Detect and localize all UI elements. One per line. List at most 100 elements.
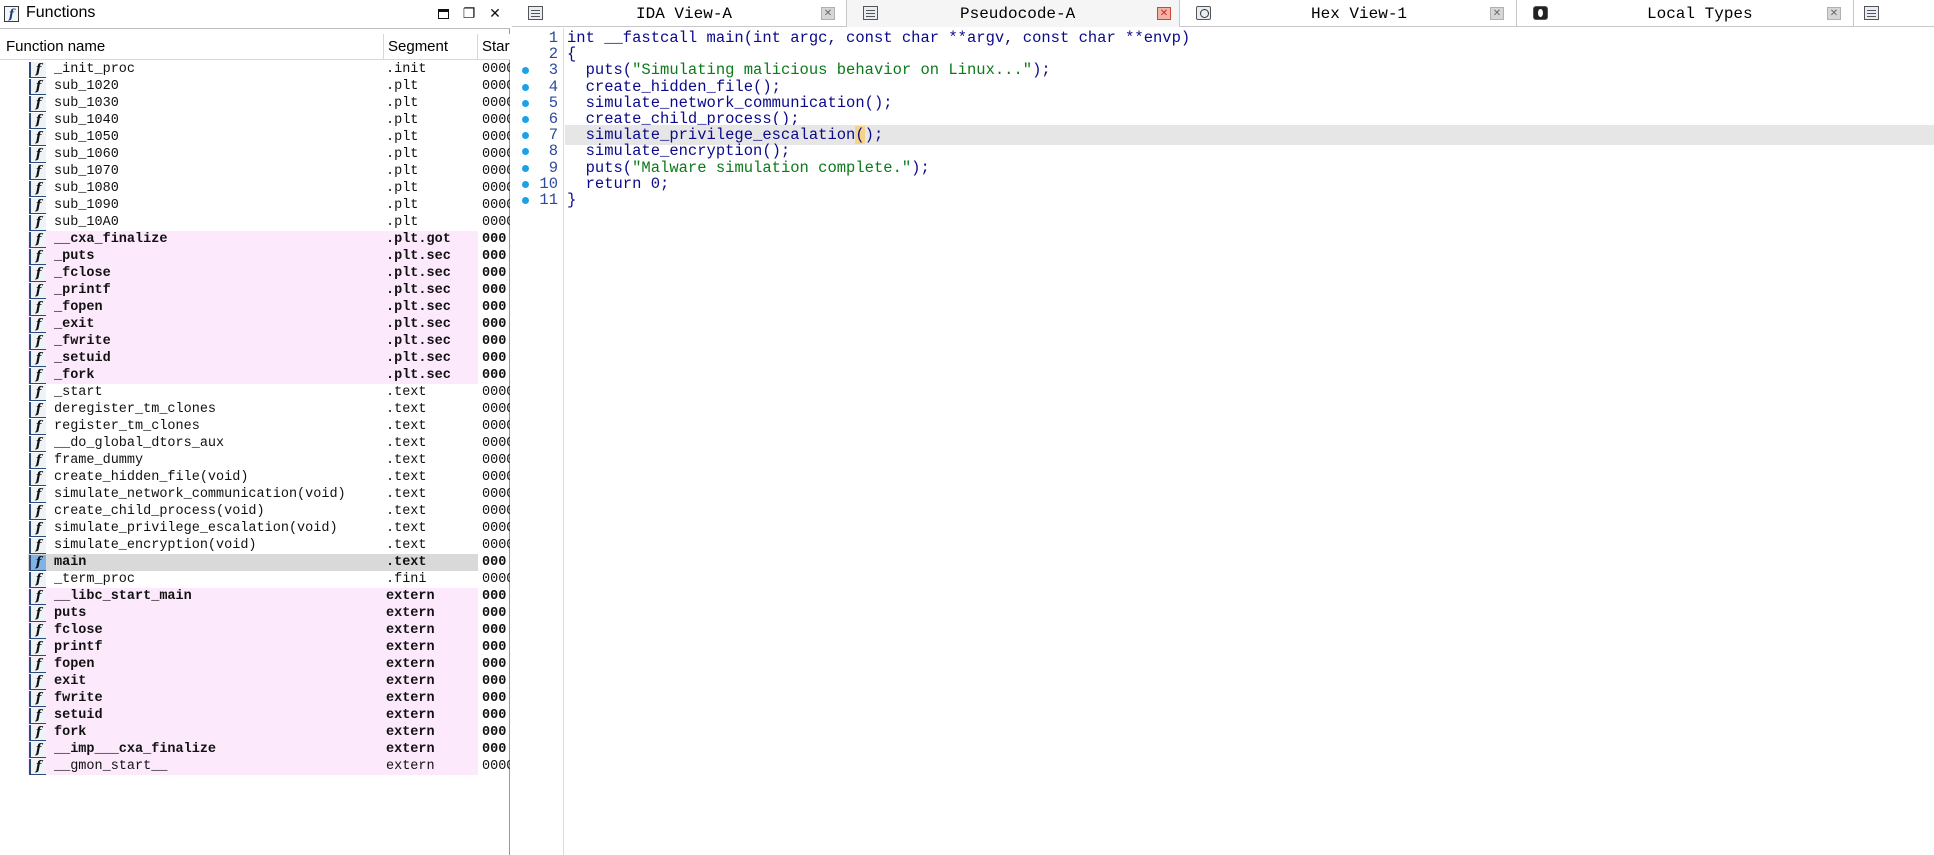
function-start: 0000 — [482, 130, 510, 145]
column-segment[interactable]: Segment — [384, 34, 478, 60]
function-row[interactable]: f _init_proc .init 0000 — [0, 61, 510, 78]
function-start: 000 — [482, 606, 507, 621]
function-row[interactable]: f deregister_tm_clones .text 0000 — [0, 401, 510, 418]
function-row[interactable]: f fclose extern 000 — [0, 622, 510, 639]
function-segment: .plt — [386, 130, 419, 145]
breakpoint-dot-icon[interactable] — [522, 132, 529, 140]
function-row[interactable]: f __cxa_finalize .plt.got 000 — [0, 231, 510, 248]
function-icon: f — [29, 674, 46, 690]
function-row[interactable]: f _fclose .plt.sec 000 — [0, 265, 510, 282]
breakpoint-dot-icon[interactable] — [522, 197, 529, 204]
close-icon[interactable]: ✕ — [1157, 7, 1171, 20]
function-name: _fwrite — [54, 334, 111, 349]
function-row[interactable]: f sub_1020 .plt 0000 — [0, 78, 510, 95]
function-row[interactable]: f simulate_encryption(void) .text 0000 — [0, 537, 510, 554]
function-name: fclose — [54, 623, 103, 638]
maximize-icon[interactable] — [434, 5, 452, 23]
function-row[interactable]: f sub_10A0 .plt 0000 — [0, 214, 510, 231]
function-row[interactable]: f _printf .plt.sec 000 — [0, 282, 510, 299]
function-row[interactable]: f register_tm_clones .text 0000 — [0, 418, 510, 435]
function-row[interactable]: f fopen extern 000 — [0, 656, 510, 673]
breakpoint-dot-icon[interactable] — [522, 99, 529, 107]
line-number: 11 — [539, 191, 558, 209]
close-icon[interactable]: ✕ — [1827, 7, 1841, 20]
breakpoint-dot-icon[interactable] — [522, 116, 529, 123]
code-line[interactable]: 11} — [512, 190, 1934, 210]
function-icon: f — [29, 215, 46, 231]
close-icon[interactable]: ✕ — [1490, 7, 1504, 20]
function-icon: f — [29, 521, 46, 537]
function-row[interactable]: f _fopen .plt.sec 000 — [0, 299, 510, 316]
function-row[interactable]: f main .text 000 — [0, 554, 510, 571]
function-name: _init_proc — [54, 62, 136, 77]
functions-list[interactable]: f_init_proc.init0000fsub_1020.plt0000fsu… — [0, 61, 510, 781]
function-icon: f — [29, 198, 46, 214]
function-start: 000 — [482, 657, 507, 672]
function-start: 000 — [482, 708, 507, 723]
tab-ida-view-a[interactable]: IDA View-A ✕ — [512, 0, 847, 27]
tab-local-types[interactable]: Local Types ✕ — [1517, 0, 1854, 27]
function-row[interactable]: f puts extern 000 — [0, 605, 510, 622]
function-row[interactable]: f create_child_process(void) .text 0000 — [0, 503, 510, 520]
function-start: 0000 — [482, 113, 510, 128]
function-icon: f — [29, 691, 46, 707]
function-row[interactable]: f __libc_start_main extern 000 — [0, 588, 510, 605]
function-name: sub_1080 — [54, 181, 119, 196]
function-row[interactable]: f sub_1050 .plt 0000 — [0, 129, 510, 146]
function-row[interactable]: f __do_global_dtors_aux .text 0000 — [0, 435, 510, 452]
function-icon: f — [29, 640, 46, 656]
function-row[interactable]: f sub_1080 .plt 0000 — [0, 180, 510, 197]
tab-pseudocode-a[interactable]: Pseudocode-A ✕ — [847, 0, 1180, 27]
function-row[interactable]: f simulate_network_communication(void) .te… — [0, 486, 510, 503]
function-segment: .plt — [386, 164, 419, 179]
function-start: 000 — [482, 623, 507, 638]
breakpoint-dot-icon[interactable] — [522, 148, 529, 156]
function-row[interactable]: f sub_1060 .plt 0000 — [0, 146, 510, 163]
function-row[interactable]: f sub_1070 .plt 0000 — [0, 163, 510, 180]
restore-icon[interactable]: ❐ — [460, 5, 478, 23]
function-row[interactable]: f fwrite extern 000 — [0, 690, 510, 707]
function-row[interactable]: f simulate_privilege_escalation(void) .tex… — [0, 520, 510, 537]
tab-overflow[interactable] — [1854, 0, 1934, 27]
function-row[interactable]: f frame_dummy .text 0000 — [0, 452, 510, 469]
function-row[interactable]: f fork extern 000 — [0, 724, 510, 741]
function-row[interactable]: f _puts .plt.sec 000 — [0, 248, 510, 265]
function-start: 000 — [482, 742, 507, 757]
close-icon[interactable]: ✕ — [486, 5, 504, 23]
function-row[interactable]: f setuid extern 000 — [0, 707, 510, 724]
breakpoint-dot-icon[interactable] — [522, 67, 529, 75]
close-icon[interactable]: ✕ — [821, 7, 835, 20]
function-row[interactable]: f __imp___cxa_finalize extern 000 — [0, 741, 510, 758]
function-row[interactable]: f exit extern 000 — [0, 673, 510, 690]
function-name: printf — [54, 640, 103, 655]
function-row[interactable]: f sub_1090 .plt 0000 — [0, 197, 510, 214]
function-icon: f — [29, 402, 46, 418]
function-start: 0000 — [482, 164, 510, 179]
breakpoint-dot-icon[interactable] — [522, 180, 529, 188]
function-row[interactable]: f printf extern 000 — [0, 639, 510, 656]
function-start: 0000 — [482, 419, 510, 434]
function-row[interactable]: f _setuid .plt.sec 000 — [0, 350, 510, 367]
code-text[interactable]: } — [565, 190, 1934, 210]
function-segment: .plt — [386, 147, 419, 162]
function-row[interactable]: f _start .text 0000 — [0, 384, 510, 401]
breakpoint-dot-icon[interactable] — [522, 164, 529, 172]
column-start[interactable]: Start — [478, 34, 510, 60]
function-row[interactable]: f _fork .plt.sec 000 — [0, 367, 510, 384]
function-icon: f — [29, 453, 46, 469]
function-segment: extern — [386, 708, 435, 723]
function-icon: f — [29, 742, 46, 758]
pseudocode-editor[interactable]: 1 int __fastcall main(int argc, const cha… — [512, 28, 1934, 855]
function-row[interactable]: f create_hidden_file(void) .text 0000 — [0, 469, 510, 486]
tab-hex-view-1[interactable]: Hex View-1 ✕ — [1180, 0, 1517, 27]
local-types-icon — [1533, 6, 1548, 20]
function-row[interactable]: f _term_proc .fini 0000 — [0, 571, 510, 588]
column-function-name[interactable]: Function name — [0, 34, 384, 60]
function-row[interactable]: f sub_1030 .plt 0000 — [0, 95, 510, 112]
breakpoint-dot-icon[interactable] — [522, 83, 529, 91]
function-row[interactable]: f _exit .plt.sec 000 — [0, 316, 510, 333]
function-start: 000 — [482, 266, 507, 281]
function-row[interactable]: f sub_1040 .plt 0000 — [0, 112, 510, 129]
function-row[interactable]: f _fwrite .plt.sec 000 — [0, 333, 510, 350]
function-row[interactable]: f __gmon_start__ extern 0000 — [0, 758, 510, 775]
